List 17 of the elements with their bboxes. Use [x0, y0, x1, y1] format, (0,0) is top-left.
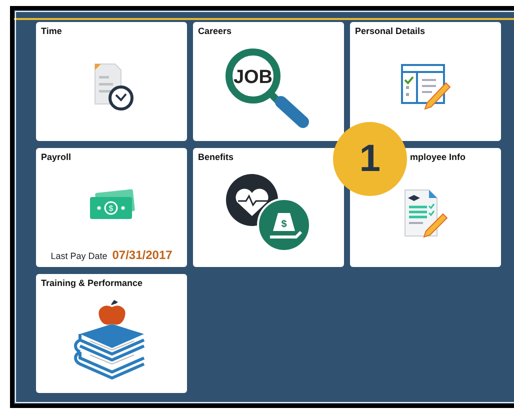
- last-pay-date-label: Last Pay Date: [50, 251, 108, 261]
- tile-title: mployee Info: [409, 152, 467, 162]
- homepage-tile[interactable]: Training & Performance: [36, 274, 187, 393]
- homepage-tile[interactable]: Careers JOB: [193, 22, 344, 141]
- homepage-tile[interactable]: Time: [36, 22, 187, 141]
- homepage-tile[interactable]: Benefits $: [193, 148, 344, 267]
- homepage-tile[interactable]: Payroll $ Last Pay Date 07/31/2017: [36, 148, 187, 267]
- certificate-pencil-icon: [402, 188, 448, 238]
- tile-title: Careers: [198, 26, 233, 36]
- tile-title: Payroll: [41, 152, 72, 162]
- tile-title: Benefits: [198, 152, 235, 162]
- tile-title: Training & Performance: [41, 278, 144, 288]
- homepage-tile[interactable]: Personal Details: [350, 22, 501, 141]
- form-pencil-icon: [400, 62, 452, 110]
- last-pay-date-value: 07/31/2017: [112, 248, 172, 262]
- tile-title: Personal Details: [355, 26, 426, 36]
- tile-title: Time: [41, 26, 63, 36]
